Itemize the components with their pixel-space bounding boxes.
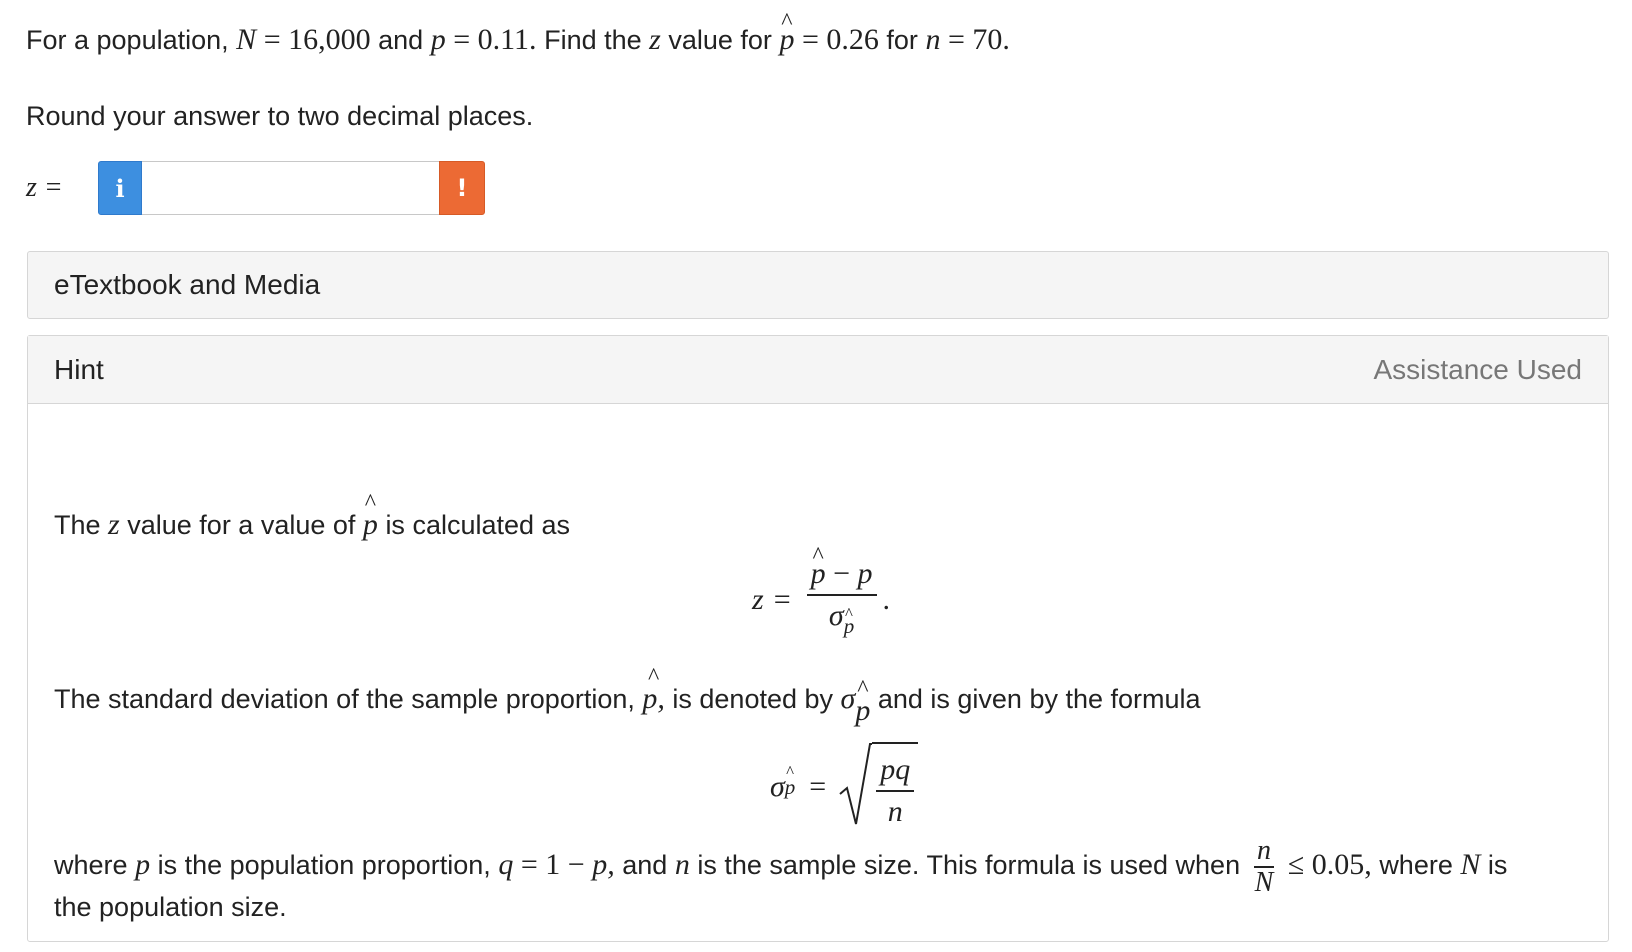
var-N: N <box>1460 848 1481 882</box>
numerator-n: n <box>1253 836 1274 868</box>
var-sigma: σ <box>840 682 856 715</box>
n-value: 70. <box>972 23 1010 56</box>
var-p-hat: p <box>363 508 378 542</box>
var-n: n <box>925 23 941 56</box>
text: is the population proportion, <box>157 850 491 881</box>
threshold-value: 0.05, <box>1311 848 1372 882</box>
square-root: pq n <box>838 742 919 832</box>
text: where <box>54 850 128 881</box>
var-p-hat: p, <box>642 682 665 716</box>
sigma-formula: σp = pq n <box>770 742 919 832</box>
var-p: p <box>135 848 151 882</box>
text: is calculated as <box>385 510 571 540</box>
radical-sign-icon <box>839 743 873 825</box>
var-z: z <box>649 23 661 56</box>
pq-over-n: pq n <box>876 750 915 832</box>
text-value-for: value for <box>668 25 772 55</box>
less-equal-sign: ≤ <box>1287 848 1305 882</box>
hint-line-3: where p is the population proportion, q … <box>54 836 1507 898</box>
N-value: 16,000 <box>288 23 371 56</box>
var-p: p <box>857 557 873 590</box>
equals-sign: = <box>263 23 281 56</box>
round-instruction: Round your answer to two decimal places. <box>26 101 534 131</box>
denominator-N: N <box>1254 867 1274 898</box>
text: is <box>1487 850 1508 881</box>
text: The <box>54 510 101 540</box>
assistance-used-label: Assistance Used <box>1373 353 1582 385</box>
z-fraction-denominator: σp <box>825 596 858 646</box>
equals-sign: = <box>773 583 791 617</box>
hint-header[interactable]: Hint Assistance Used <box>28 336 1608 404</box>
hint-title: Hint <box>54 353 104 385</box>
hint-line-4: the population size. <box>54 892 287 922</box>
var-sigma: σ <box>770 770 785 803</box>
p-value: 0.11. <box>477 23 537 56</box>
equals-sign: = <box>947 23 965 56</box>
question-intro: For a population, <box>26 25 229 55</box>
radicand: pq n <box>872 742 919 832</box>
text-find: Find the <box>544 25 642 55</box>
text: value for a value of <box>127 510 356 540</box>
subscript-p-hat: p <box>785 775 796 800</box>
text-and: and <box>378 25 424 55</box>
hint-panel: Hint Assistance Used The z value for a v… <box>27 335 1609 942</box>
info-icon[interactable]: i <box>98 161 142 215</box>
var-z: z <box>752 583 764 617</box>
minus-sign: − <box>567 848 585 882</box>
text: and <box>622 850 668 881</box>
etextbook-media-label: eTextbook and Media <box>54 269 321 300</box>
var-q: q <box>498 848 514 882</box>
equals-sign: = <box>809 770 827 803</box>
equals-sign: = <box>801 23 819 56</box>
period: . <box>882 583 891 617</box>
var-sigma: σ <box>828 599 844 632</box>
text: The standard deviation of the sample pro… <box>54 684 635 714</box>
warning-icon[interactable]: ! <box>439 161 485 215</box>
n-over-N-fraction: n N <box>1252 836 1277 898</box>
minus-sign: − <box>833 557 851 590</box>
answer-row: z = i ! <box>26 160 485 216</box>
numerator-pq: pq <box>876 750 915 792</box>
z-fraction: p − p σp <box>806 554 877 646</box>
hint-line-1: The z value for a value of p is calculat… <box>54 508 570 542</box>
etextbook-media-panel[interactable]: eTextbook and Media <box>27 251 1609 319</box>
answer-input[interactable] <box>142 161 439 215</box>
text-for: for <box>886 25 918 55</box>
text: where <box>1379 850 1453 881</box>
var-p-hat: p <box>779 18 794 62</box>
question-text: For a population, N = 16,000 and p = 0.1… <box>26 18 1010 62</box>
p-hat-value: 0.26 <box>826 23 879 56</box>
z-fraction-numerator: p − p <box>806 554 877 596</box>
text: and is given by the formula <box>877 684 1201 714</box>
subscript-p-hat: p <box>855 694 870 728</box>
equals-sign: = <box>453 23 471 56</box>
z-formula: z = p − p σp . <box>752 554 890 646</box>
var-p-hat: p <box>811 554 826 594</box>
text: is the sample size. This formula is used… <box>697 850 1241 881</box>
text: is denoted by <box>672 684 834 714</box>
var-N: N <box>236 23 257 56</box>
subscript-p-hat: p <box>844 606 855 646</box>
var-n: n <box>674 848 690 882</box>
number-one: 1 <box>545 848 561 882</box>
answer-label: z = <box>26 172 63 203</box>
var-z: z <box>108 508 120 541</box>
denominator-n: n <box>887 795 903 828</box>
var-p: p <box>430 23 446 56</box>
hint-line-2: The standard deviation of the sample pro… <box>54 682 1201 728</box>
equals-sign: = <box>520 848 538 882</box>
var-p: p, <box>592 848 615 882</box>
